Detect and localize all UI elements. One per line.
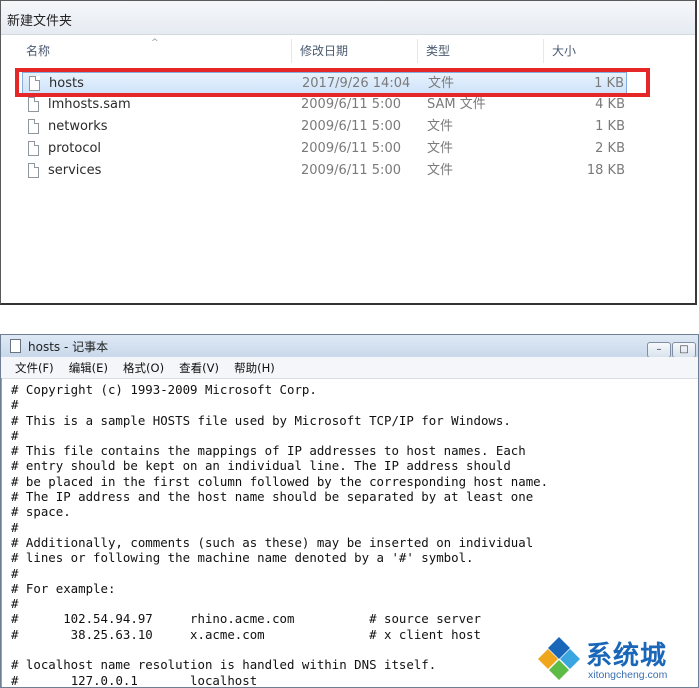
- column-size[interactable]: 大小: [544, 39, 630, 63]
- file-name: lmhosts.sam: [48, 97, 131, 112]
- file-date: 2009/6/11 5:00: [301, 119, 401, 134]
- minimize-icon[interactable]: –: [647, 342, 671, 358]
- maximize-icon[interactable]: □: [672, 342, 696, 358]
- folder-title: 新建文件夹: [7, 14, 73, 29]
- file-row-lmhosts[interactable]: lmhosts.sam 2009/6/11 5:00 SAM 文件 4 KB: [22, 94, 627, 116]
- sort-ascending-icon: ^: [151, 38, 159, 48]
- column-size-label: 大小: [552, 44, 577, 58]
- menu-edit[interactable]: 编辑(E): [64, 358, 113, 379]
- file-date: 2017/9/26 14:04: [302, 76, 411, 91]
- file-name: services: [48, 163, 102, 178]
- file-name: protocol: [48, 141, 102, 156]
- explorer-window: 新建文件夹 名称 ^ 修改日期 类型 大小 hosts 2017/9/26 14…: [0, 0, 697, 305]
- file-size: 1 KB: [595, 119, 625, 134]
- file-row-protocol[interactable]: protocol 2009/6/11 5:00 文件 2 KB: [22, 138, 627, 160]
- file-icon: [28, 97, 39, 112]
- file-size: 4 KB: [595, 97, 625, 112]
- hosts-file-content[interactable]: # Copyright (c) 1993-2009 Microsoft Corp…: [11, 382, 548, 687]
- logo-text-en: xitongcheng.com: [588, 669, 668, 681]
- file-type: 文件: [428, 76, 455, 91]
- explorer-address-bar: 新建文件夹: [1, 1, 695, 35]
- file-type: 文件: [427, 119, 454, 134]
- file-icon: [28, 141, 39, 156]
- file-name: networks: [48, 119, 108, 134]
- column-date[interactable]: 修改日期: [292, 39, 418, 63]
- file-type: SAM 文件: [427, 97, 486, 112]
- logo-text-cn: 系统城: [586, 641, 668, 671]
- column-headers: 名称 ^ 修改日期 类型 大小: [18, 38, 630, 63]
- column-date-label: 修改日期: [300, 44, 349, 58]
- notepad-icon: [10, 339, 21, 353]
- menu-file[interactable]: 文件(F): [10, 358, 59, 379]
- file-icon: [28, 163, 39, 178]
- file-icon: [29, 76, 40, 91]
- file-type: 文件: [427, 141, 454, 156]
- column-name-label: 名称: [26, 44, 51, 58]
- window-controls: – □: [646, 337, 696, 358]
- file-icon: [28, 119, 39, 134]
- menu-format[interactable]: 格式(O): [118, 358, 169, 379]
- file-name: hosts: [49, 76, 84, 91]
- file-date: 2009/6/11 5:00: [301, 163, 401, 178]
- file-row-hosts[interactable]: hosts 2017/9/26 14:04 文件 1 KB: [22, 72, 627, 94]
- logo-diamond-icon: [538, 637, 580, 680]
- menu-help[interactable]: 帮助(H): [229, 358, 280, 379]
- notepad-title-bar[interactable]: hosts - 记事本 – □: [1, 335, 698, 358]
- file-row-services[interactable]: services 2009/6/11 5:00 文件 18 KB: [22, 160, 627, 182]
- file-row-networks[interactable]: networks 2009/6/11 5:00 文件 1 KB: [22, 116, 627, 138]
- file-size: 2 KB: [595, 141, 625, 156]
- menu-view[interactable]: 查看(V): [174, 358, 224, 379]
- notepad-window: hosts - 记事本 – □ 文件(F) 编辑(E) 格式(O) 查看(V) 帮…: [0, 334, 699, 688]
- file-date: 2009/6/11 5:00: [301, 97, 401, 112]
- site-logo: 系统城 xitongcheng.com: [534, 633, 694, 685]
- menu-bar: 文件(F) 编辑(E) 格式(O) 查看(V) 帮助(H): [1, 357, 698, 379]
- notepad-title: hosts - 记事本: [28, 340, 109, 354]
- column-type[interactable]: 类型: [418, 39, 544, 63]
- file-type: 文件: [427, 163, 454, 178]
- file-date: 2009/6/11 5:00: [301, 141, 401, 156]
- column-type-label: 类型: [426, 44, 451, 58]
- file-size: 18 KB: [586, 163, 625, 178]
- file-size: 1 KB: [594, 76, 624, 91]
- column-name[interactable]: 名称 ^: [18, 38, 292, 63]
